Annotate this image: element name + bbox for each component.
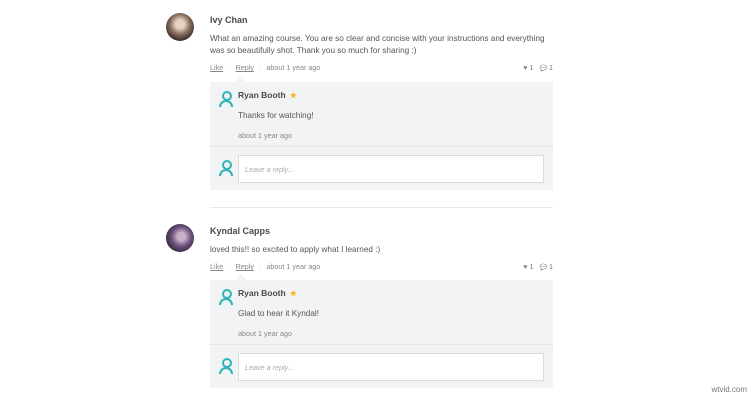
heart-icon[interactable]: ♥ [523,262,527,271]
watermark: wtvid.com [711,385,747,394]
comment-timestamp: about 1 year ago [266,63,321,72]
speech-bubble-icon[interactable]: 💬 [540,264,547,271]
reply-text: Glad to hear it Kyndal! [238,309,320,318]
separator-dot: · [228,262,231,271]
replies-count: 1 [549,262,553,271]
user-icon [219,160,233,176]
reply-author[interactable]: Ryan Booth ★ [238,90,297,100]
star-icon: ★ [289,289,297,298]
replies-count: 1 [549,63,553,72]
comment-actions: Like · Reply · about 1 year ago ♥ 1 💬 1 [210,262,553,272]
reply-timestamp: about 1 year ago [238,131,292,140]
likes-count: 1 [529,63,534,72]
speech-bubble-icon[interactable]: 💬 [540,65,547,72]
comment-stats: ♥ 1 💬 1 [523,63,553,72]
reply-thread: Ryan Booth ★ Glad to hear it Kyndal! abou… [210,274,553,388]
separator-dot: · [258,262,262,271]
reply-link[interactable]: Reply [236,262,254,271]
avatar[interactable] [166,224,194,252]
separator-dot: · [258,63,262,72]
comment-timestamp: about 1 year ago [266,262,321,271]
divider [210,146,553,147]
avatar[interactable] [166,13,194,41]
comment-body: Ivy Chan What an amazing course. You are… [210,13,553,73]
comment-author[interactable]: Kyndal Capps [210,226,553,236]
comment-stats: ♥ 1 💬 1 [523,262,553,271]
likes-count: 1 [529,262,534,271]
reply-timestamp: about 1 year ago [238,329,292,338]
reply-author[interactable]: Ryan Booth ★ [238,288,297,298]
user-icon [219,358,233,374]
thread-caret [235,76,247,82]
comment-text: What an amazing course. You are so clear… [210,34,545,55]
comment-author[interactable]: Ivy Chan [210,15,553,25]
user-icon [219,91,233,107]
thread-caret [235,274,247,280]
comment-text: loved this!! so excited to apply what I … [210,245,381,254]
reply-thread: Ryan Booth ★ Thanks for watching! about 1… [210,76,553,190]
divider [210,344,553,345]
comment-actions: Like · Reply · about 1 year ago ♥ 1 💬 1 [210,63,553,73]
reply-input[interactable] [238,155,544,183]
separator-dot: · [228,63,231,72]
user-icon [219,289,233,305]
reply-text: Thanks for watching! [238,111,314,120]
like-link[interactable]: Like [210,262,223,271]
comment-separator [210,207,553,208]
like-link[interactable]: Like [210,63,223,72]
heart-icon[interactable]: ♥ [523,63,527,72]
star-icon: ★ [289,91,297,100]
reply-link[interactable]: Reply [236,63,254,72]
comment-body: Kyndal Capps loved this!! so excited to … [210,224,553,272]
reply-input[interactable] [238,353,544,381]
